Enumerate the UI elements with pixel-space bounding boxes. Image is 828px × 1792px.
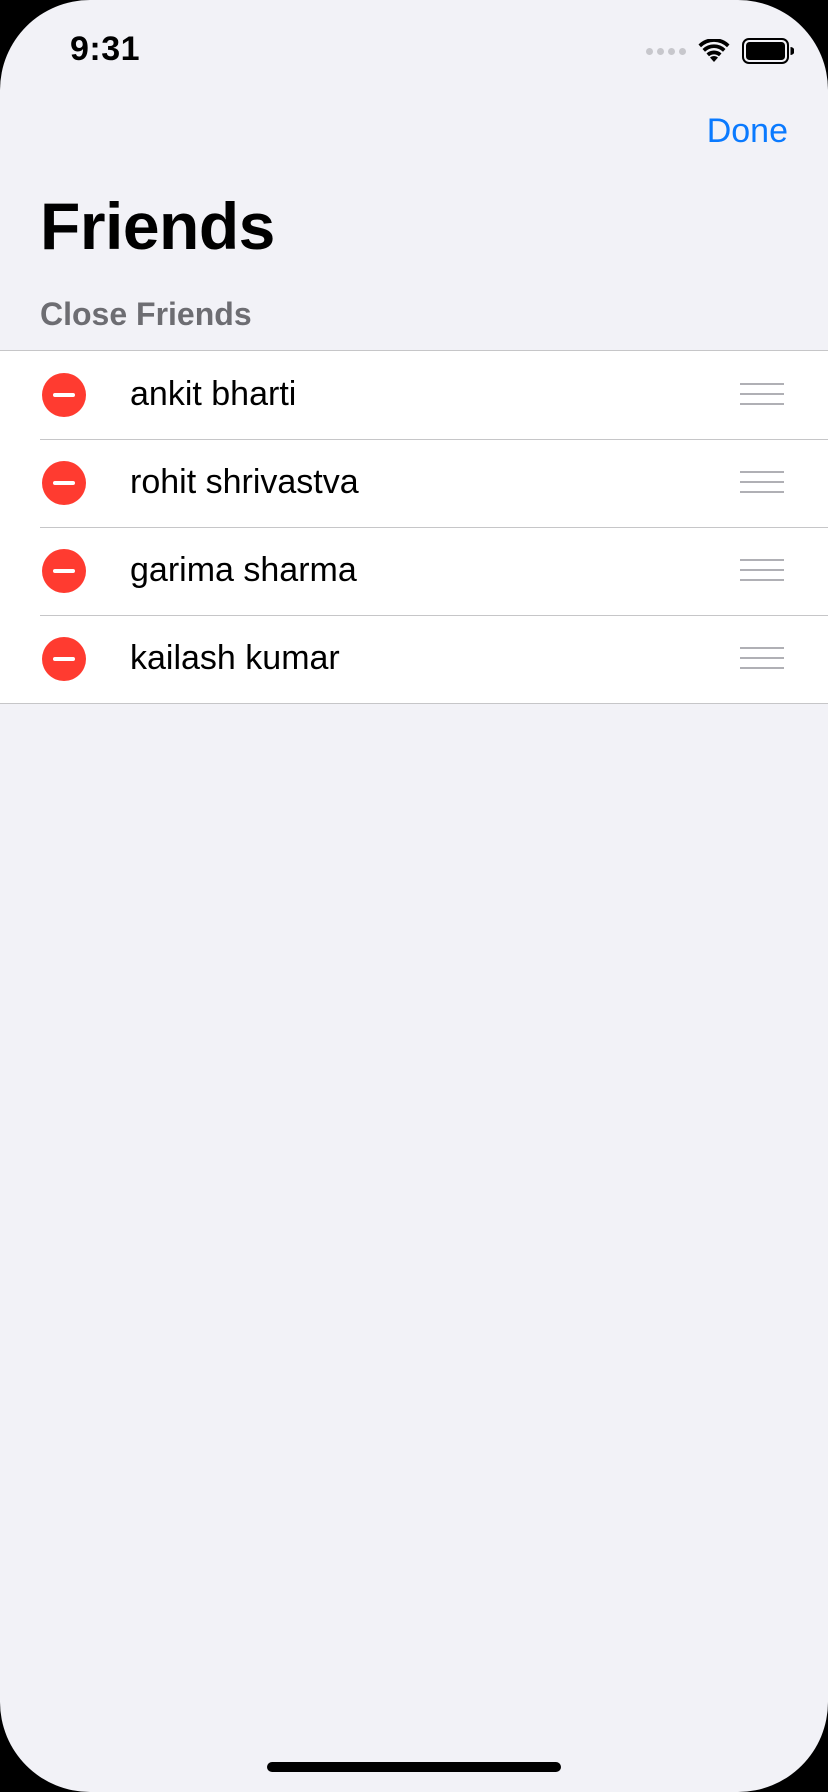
status-time: 9:31	[70, 30, 141, 68]
status-icons	[646, 36, 794, 66]
delete-icon[interactable]	[42, 461, 86, 505]
battery-icon	[742, 38, 794, 64]
status-bar: 9:31	[0, 0, 828, 100]
wifi-icon	[698, 39, 730, 62]
home-indicator[interactable]	[267, 1762, 561, 1772]
section-header: Close Friends	[40, 296, 252, 332]
delete-icon[interactable]	[42, 637, 86, 681]
delete-icon[interactable]	[42, 373, 86, 417]
list-item[interactable]: ankit bharti	[0, 351, 828, 439]
reorder-handle-icon[interactable]	[740, 383, 784, 409]
friend-name: kailash kumar	[130, 639, 340, 677]
friend-name: rohit shrivastva	[130, 463, 359, 501]
reorder-handle-icon[interactable]	[740, 647, 784, 673]
screen: 9:31 Done Friends Close Friends ankit bh…	[0, 0, 828, 1792]
friend-name: garima sharma	[130, 551, 357, 589]
friend-name: ankit bharti	[130, 375, 297, 413]
friend-list: ankit bharti rohit shrivastva garima sha…	[0, 350, 828, 704]
done-button[interactable]: Done	[707, 112, 788, 151]
list-item[interactable]: kailash kumar	[0, 615, 828, 703]
list-item[interactable]: rohit shrivastva	[0, 439, 828, 527]
reorder-handle-icon[interactable]	[740, 471, 784, 497]
reorder-handle-icon[interactable]	[740, 559, 784, 585]
cellular-signal-icon	[646, 47, 686, 55]
list-item[interactable]: garima sharma	[0, 527, 828, 615]
page-title: Friends	[40, 189, 275, 263]
delete-icon[interactable]	[42, 549, 86, 593]
